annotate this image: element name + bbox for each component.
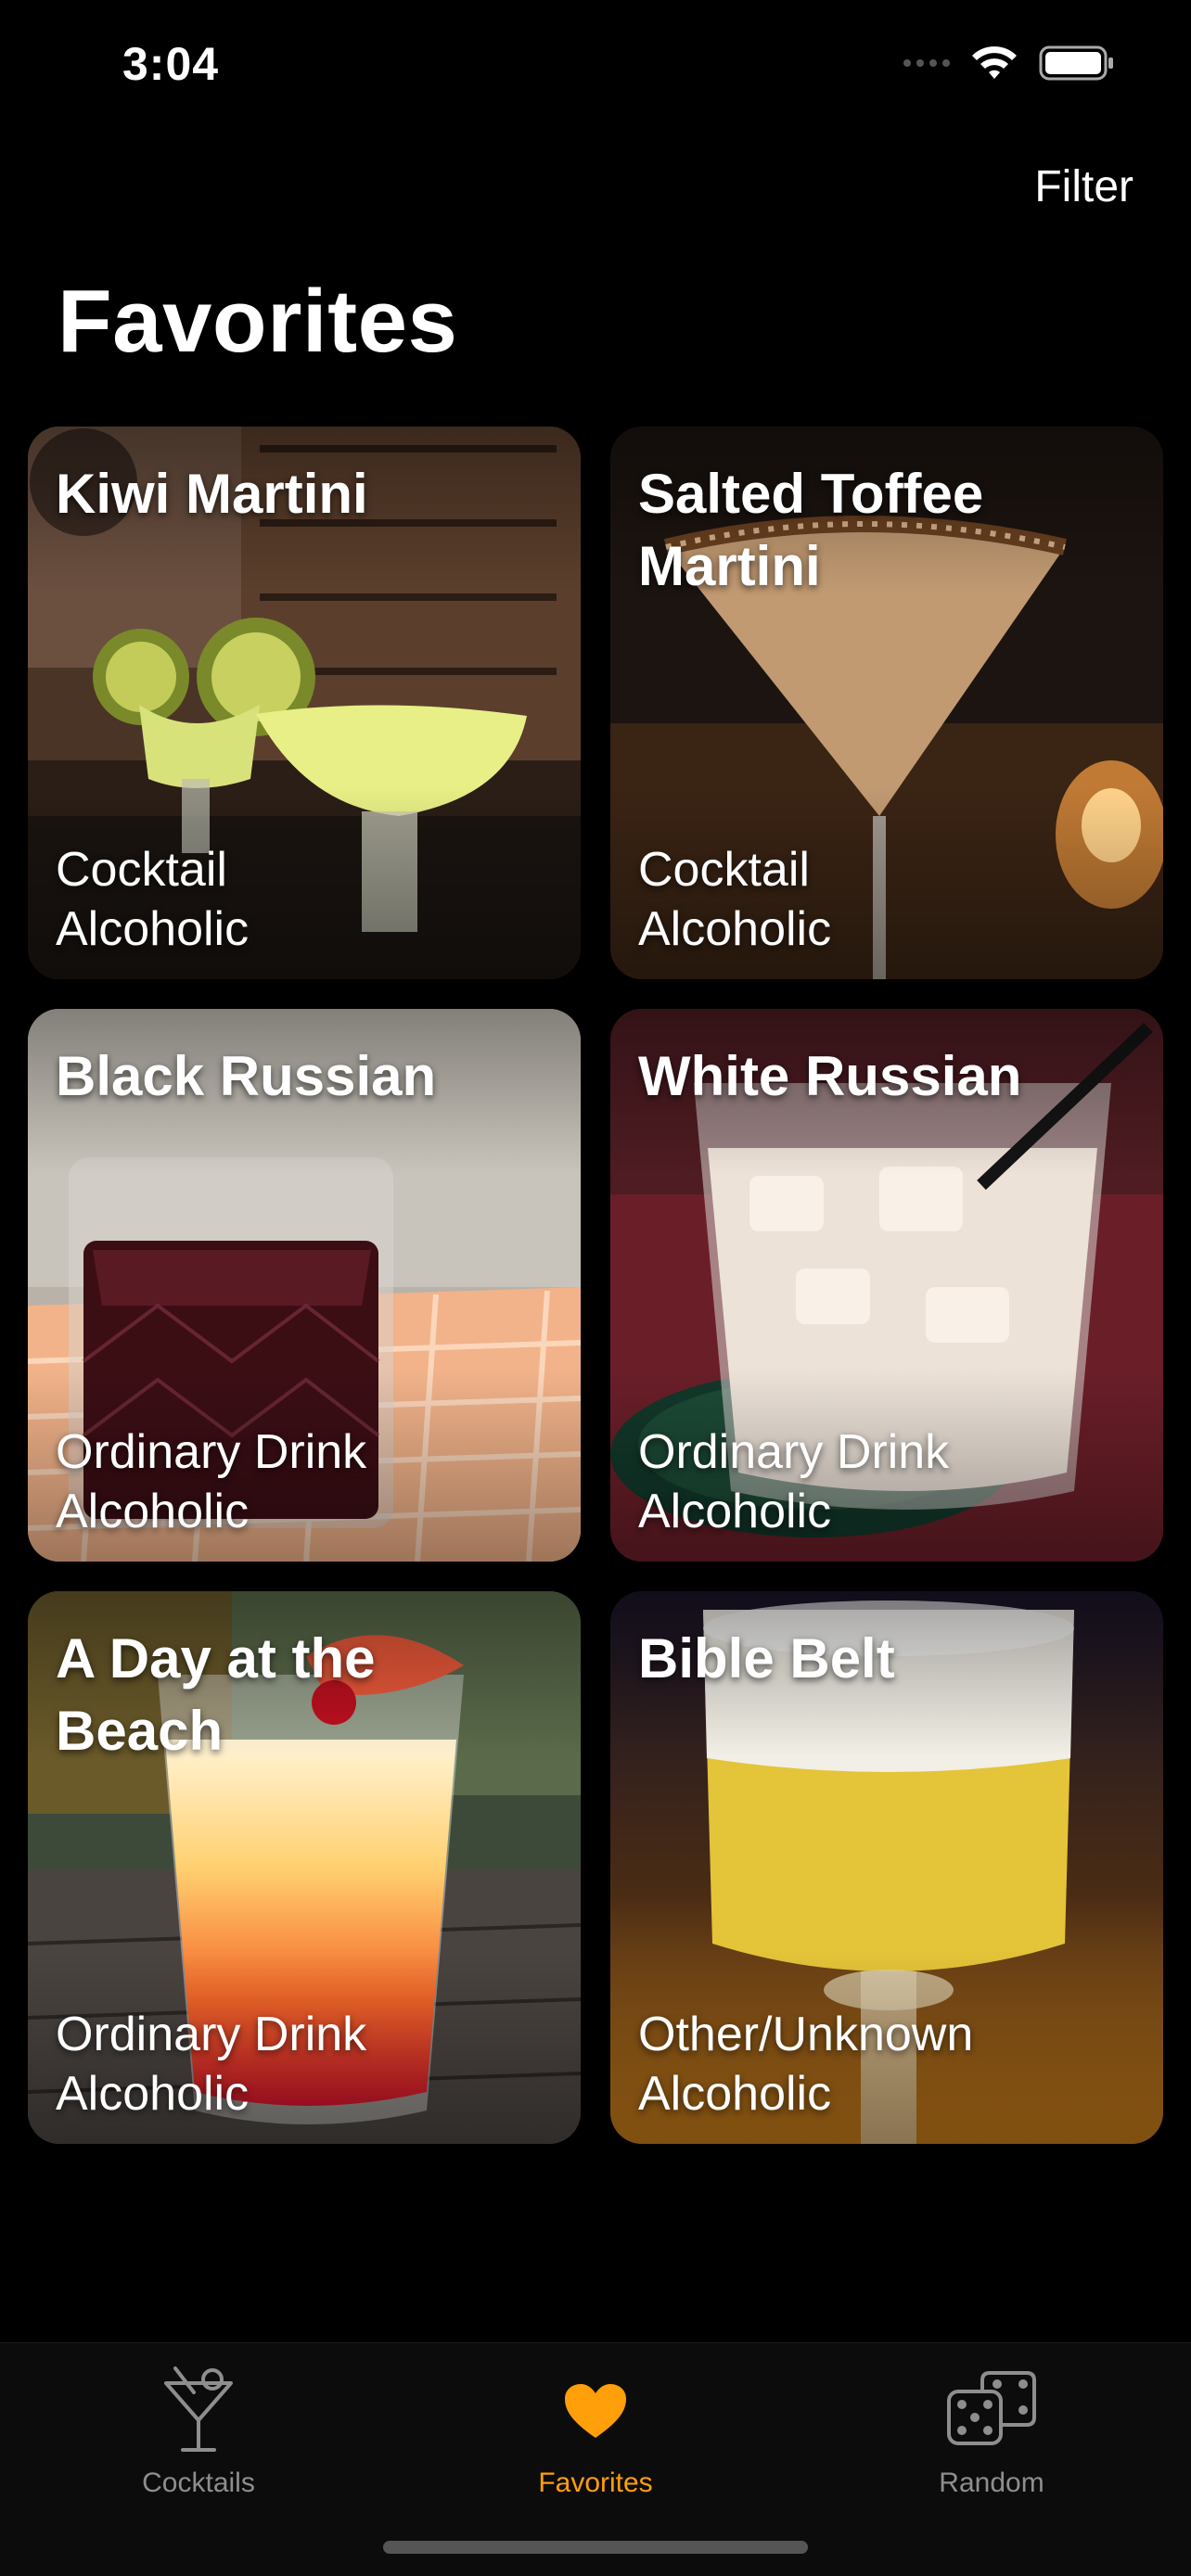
dice-icon: [941, 2360, 1043, 2462]
drink-category: Ordinary Drink: [56, 2008, 367, 2061]
drink-alcohol-type: Alcoholic: [638, 1485, 832, 1538]
drink-category: Cocktail: [56, 843, 227, 897]
drink-title: A Day at the Beach: [56, 1627, 376, 1762]
drink-alcohol-type: Alcoholic: [638, 902, 832, 956]
filter-button[interactable]: Filter: [1034, 161, 1133, 212]
drink-meta: Other/Unknown Alcoholic: [638, 2005, 973, 2123]
drink-category: Ordinary Drink: [638, 1425, 950, 1479]
drink-category: Cocktail: [638, 843, 810, 897]
page-title: Favorites: [58, 272, 458, 371]
tab-cocktails[interactable]: Cocktails: [87, 2360, 310, 2499]
home-indicator[interactable]: [383, 2541, 808, 2554]
drink-meta: Cocktail Alcoholic: [638, 840, 831, 959]
status-bar: 3:04: [0, 0, 1191, 130]
drink-category: Other/Unknown: [638, 2008, 974, 2061]
drink-card-bible-belt[interactable]: Bible Belt Other/Unknown Alcoholic: [610, 1591, 1163, 2144]
drink-meta: Cocktail Alcoholic: [56, 840, 249, 959]
tab-random[interactable]: Random: [880, 2360, 1103, 2499]
drink-card-white-russian[interactable]: White Russian Ordinary Drink Alcoholic: [610, 1009, 1163, 1562]
favorites-grid: Kiwi Martini Cocktail Alcoholic Salted T…: [28, 427, 1163, 2144]
battery-icon: [1039, 45, 1113, 81]
drink-alcohol-type: Alcoholic: [56, 902, 250, 956]
drink-meta: Ordinary Drink Alcoholic: [638, 1422, 949, 1541]
drink-meta: Ordinary Drink Alcoholic: [56, 1422, 366, 1541]
drink-meta: Ordinary Drink Alcoholic: [56, 2005, 366, 2123]
tab-label: Cocktails: [142, 2468, 255, 2498]
drink-card-a-day-at-the-beach[interactable]: A Day at the Beach Ordinary Drink Alcoho…: [28, 1591, 581, 2144]
drink-title: Salted Toffee Martini: [638, 463, 984, 597]
martini-glass-icon: [147, 2360, 250, 2462]
tab-label: Favorites: [538, 2468, 653, 2498]
drink-card-black-russian[interactable]: Black Russian Ordinary Drink Alcoholic: [28, 1009, 581, 1562]
cellular-signal-icon: [903, 59, 950, 67]
status-time: 3:04: [122, 38, 220, 90]
tab-favorites[interactable]: Favorites: [484, 2360, 707, 2499]
drink-card-salted-toffee-martini[interactable]: Salted Toffee Martini Cocktail Alcoholic: [610, 427, 1163, 979]
status-icons: [903, 45, 1115, 82]
drink-title: Bible Belt: [638, 1627, 895, 1690]
drink-title: Black Russian: [56, 1045, 437, 1107]
drink-title: Kiwi Martini: [56, 463, 368, 525]
drink-category: Ordinary Drink: [56, 1425, 367, 1479]
wifi-icon: [972, 46, 1017, 79]
drink-alcohol-type: Alcoholic: [56, 1485, 250, 1538]
heart-icon: [544, 2360, 647, 2462]
drink-alcohol-type: Alcoholic: [56, 2067, 250, 2121]
tab-label: Random: [939, 2468, 1044, 2498]
drink-card-kiwi-martini[interactable]: Kiwi Martini Cocktail Alcoholic: [28, 427, 581, 979]
drink-title: White Russian: [638, 1045, 1022, 1107]
drink-alcohol-type: Alcoholic: [638, 2067, 832, 2121]
